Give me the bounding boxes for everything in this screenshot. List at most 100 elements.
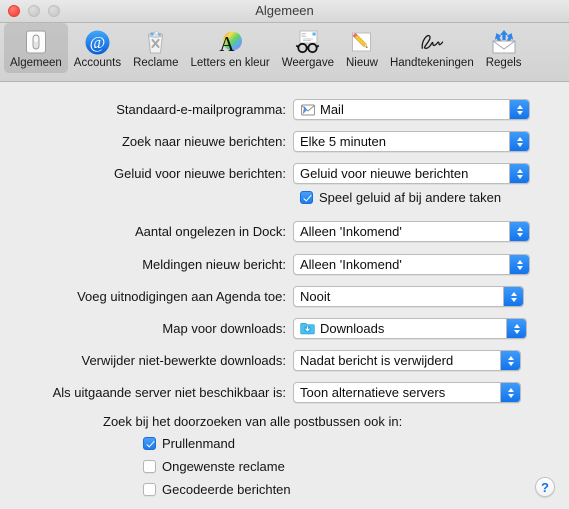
tab-label: Weergave [281,57,334,69]
check-new-messages-select[interactable]: Elke 5 minuten [293,131,530,152]
row-downloads-folder: Map voor downloads: Downloads [0,315,569,342]
row-label: Als uitgaande server niet beschikbaar is… [52,385,286,400]
chevron-down-icon [516,265,523,270]
tab-accounts[interactable]: @ Accounts [68,23,127,73]
row-label: Map voor downloads: [162,321,286,336]
glasses-viewing-icon [293,28,323,56]
chevron-up-icon [507,387,514,392]
stepper-arrows[interactable] [509,222,529,241]
chevron-down-icon [516,174,523,179]
chevron-down-icon [516,110,523,115]
remove-unedited-downloads-select[interactable]: Nadat bericht is verwijderd [293,350,521,371]
row-new-message-notifications: Meldingen nieuw bericht: Alleen 'Inkomen… [0,251,569,278]
stepper-arrows[interactable] [509,164,529,183]
tab-label: Regels [485,57,522,69]
chevron-up-icon [516,226,523,231]
row-new-message-sound: Geluid voor nieuwe berichten: Geluid voo… [0,160,569,187]
select-value: Nadat bericht is verwijderd [300,353,454,368]
chevron-up-icon [516,259,523,264]
chevron-down-icon [510,297,517,302]
general-switch-icon [21,28,51,56]
tab-label: Algemeen [10,57,62,69]
search-encrypted-row[interactable]: Gecodeerde berichten [143,482,291,497]
new-message-notifications-select[interactable]: Alleen 'Inkomend' [293,254,530,275]
outgoing-server-unavailable-select[interactable]: Toon alternatieve servers [293,382,521,403]
checkbox-label: Prullenmand [162,436,235,451]
chevron-up-icon [516,136,523,141]
row-outgoing-server-unavailable: Als uitgaande server niet beschikbaar is… [0,379,569,406]
rules-envelope-arrows-icon [489,28,519,56]
tab-nieuw[interactable]: Nieuw [340,23,384,73]
search-trash-row[interactable]: Prullenmand [143,436,235,451]
chevron-up-icon [513,323,520,328]
preferences-toolbar: Algemeen @ Accounts Reclame A Letters en… [0,23,569,82]
tab-algemeen[interactable]: Algemeen [4,23,68,73]
checkbox-label: Speel geluid af bij andere taken [319,190,502,205]
tab-label: Letters en kleur [190,57,270,69]
select-value: Toon alternatieve servers [300,385,446,400]
tab-reclame[interactable]: Reclame [127,23,184,73]
downloads-folder-select[interactable]: Downloads [293,318,527,339]
stepper-arrows[interactable] [503,287,523,306]
chevron-down-icon [516,232,523,237]
stepper-arrows[interactable] [500,351,520,370]
row-add-invitations-calendar: Voeg uitnodigingen aan Agenda toe: Nooit [0,283,569,310]
row-label: Zoek naar nieuwe berichten: [121,134,286,149]
dock-unread-count-select[interactable]: Alleen 'Inkomend' [293,221,530,242]
chevron-down-icon [507,393,514,398]
font-color-icon: A [215,28,245,56]
tab-label: Reclame [133,57,179,69]
chevron-up-icon [507,355,514,360]
default-mail-client-select[interactable]: Mail [293,99,530,120]
chevron-down-icon [513,329,520,334]
signature-icon [417,28,447,56]
search-mailboxes-heading: Zoek bij het doorzoeken van alle postbus… [103,414,403,429]
row-default-mail-client: Standaard-e-mailprogramma: Mail [0,96,569,123]
tab-regels[interactable]: Regels [480,23,528,73]
chevron-down-icon [507,361,514,366]
stepper-arrows[interactable] [509,100,529,119]
row-label: Standaard-e-mailprogramma: [116,102,286,117]
search-encrypted-checkbox[interactable] [143,483,156,496]
trash-junk-icon [141,28,171,56]
select-value: Alleen 'Inkomend' [300,224,402,239]
row-dock-unread-count: Aantal ongelezen in Dock: Alleen 'Inkome… [0,218,569,245]
stepper-arrows[interactable] [506,319,526,338]
search-junk-row[interactable]: Ongewenste reclame [143,459,285,474]
stepper-arrows[interactable] [509,132,529,151]
tab-handtekeningen[interactable]: Handtekeningen [384,23,480,73]
tab-label: Nieuw [345,57,378,69]
new-message-sound-select[interactable]: Geluid voor nieuwe berichten [293,163,530,184]
at-sign-icon: @ [82,28,112,56]
row-label: Verwijder niet-bewerkte downloads: [81,353,287,368]
stepper-arrows[interactable] [500,383,520,402]
svg-text:A: A [219,32,235,56]
preferences-content: Standaard-e-mailprogramma: Mail Zoek naa… [0,82,569,509]
tab-label: Accounts [73,57,122,69]
stepper-arrows[interactable] [509,255,529,274]
chevron-up-icon [516,168,523,173]
window-title: Algemeen [255,3,314,18]
play-sound-other-tasks-checkbox[interactable] [300,191,313,204]
search-trash-checkbox[interactable] [143,437,156,450]
tab-weergave[interactable]: Weergave [276,23,340,73]
preferences-window: Algemeen Algemeen @ Accounts Reclame A L… [0,0,569,509]
add-invitations-calendar-select[interactable]: Nooit [293,286,524,307]
chevron-up-icon [516,104,523,109]
search-junk-checkbox[interactable] [143,460,156,473]
tab-letters-en-kleur[interactable]: A Letters en kleur [185,23,276,73]
select-value: Nooit [300,289,331,304]
chevron-up-icon [510,291,517,296]
checkbox-label: Ongewenste reclame [162,459,285,474]
select-value: Elke 5 minuten [300,134,386,149]
help-button[interactable]: ? [535,477,555,497]
play-sound-other-tasks-row[interactable]: Speel geluid af bij andere taken [300,190,501,205]
row-label: Aantal ongelezen in Dock: [134,224,286,239]
row-label: Voeg uitnodigingen aan Agenda toe: [77,289,286,304]
chevron-down-icon [516,142,523,147]
svg-text:@: @ [90,33,106,52]
select-value: Mail [320,102,344,117]
checkbox-label: Gecodeerde berichten [162,482,291,497]
mail-app-icon [300,102,315,117]
tab-label: Handtekeningen [389,57,474,69]
